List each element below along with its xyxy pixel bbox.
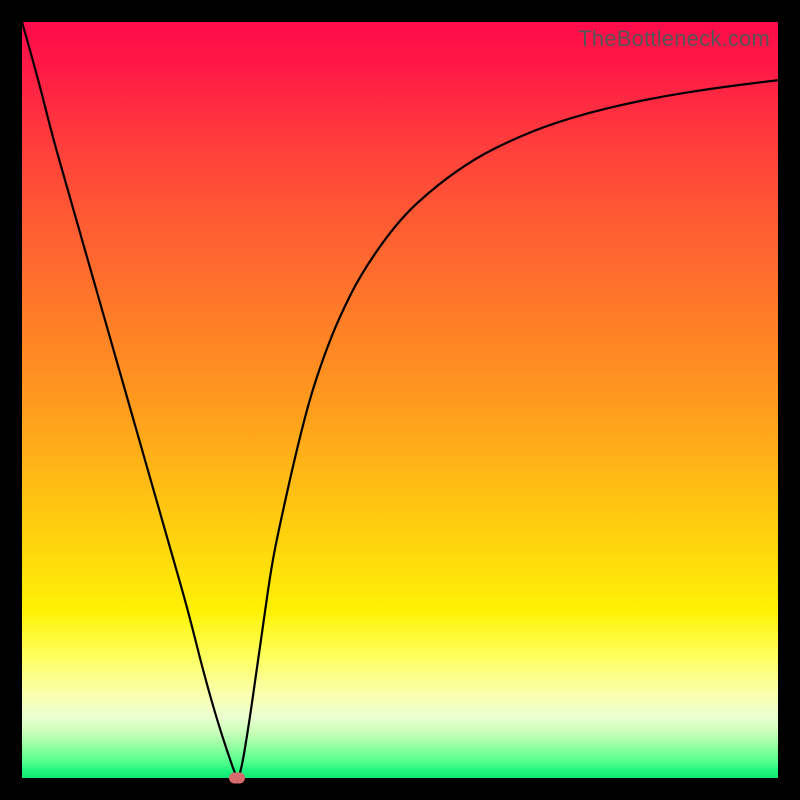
curve-path bbox=[22, 22, 778, 776]
min-marker bbox=[229, 773, 245, 784]
chart-frame: TheBottleneck.com bbox=[0, 0, 800, 800]
plot-area: TheBottleneck.com bbox=[22, 22, 778, 778]
bottleneck-curve bbox=[22, 22, 778, 778]
